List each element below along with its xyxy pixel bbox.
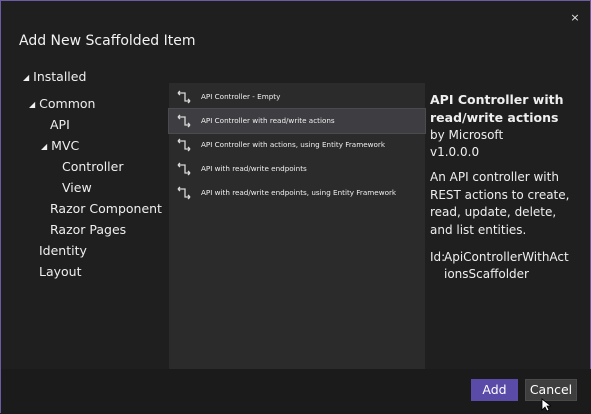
details-title: API Controller with read/write actions [430, 92, 564, 125]
template-label: API Controller with actions, using Entit… [201, 140, 386, 149]
template-item[interactable]: API Controller - Empty [169, 85, 425, 109]
expand-arrow-icon[interactable]: ◢ [41, 142, 47, 151]
tree-item-view[interactable]: View [62, 180, 92, 195]
tree-item-razor-component[interactable]: Razor Component [50, 201, 162, 216]
mouse-cursor-icon [541, 398, 551, 412]
template-label: API Controller with read/write actions [201, 116, 335, 125]
template-item[interactable]: API with read/write endpoints [169, 157, 425, 181]
template-label: API with read/write endpoints [201, 164, 307, 173]
tree-root-label: Installed [33, 69, 87, 84]
tree-item-layout[interactable]: Layout [39, 264, 82, 279]
template-item[interactable]: API with read/write endpoints, using Ent… [169, 181, 425, 205]
details-id-label: Id: [430, 250, 446, 264]
tree-item-controller[interactable]: Controller [62, 159, 124, 174]
details-id-value: ApiControllerWithActionsScaffolder [444, 250, 569, 281]
add-button[interactable]: Add [471, 379, 518, 401]
controller-icon [177, 90, 191, 104]
tree-item-identity[interactable]: Identity [39, 243, 87, 258]
expand-arrow-icon[interactable]: ◢ [23, 73, 29, 82]
cancel-button[interactable]: Cancel [525, 379, 577, 401]
controller-icon [177, 114, 191, 128]
template-item-selected[interactable]: API Controller with read/write actions [168, 108, 426, 134]
template-item[interactable]: API Controller with actions, using Entit… [169, 133, 425, 157]
dialog-title: Add New Scaffolded Item [19, 33, 196, 49]
tree-root-installed[interactable]: ◢ Installed [23, 69, 86, 84]
tree-item-razor-pages[interactable]: Razor Pages [50, 222, 126, 237]
controller-icon [177, 186, 191, 200]
details-description: An API controller with REST actions to c… [430, 170, 570, 237]
details-version: v1.0.0.0 [430, 145, 480, 159]
controller-icon [177, 162, 191, 176]
add-scaffolded-item-dialog: × Add New Scaffolded Item ◢ Installed ◢ Co… [0, 0, 591, 414]
expand-arrow-icon[interactable]: ◢ [29, 100, 35, 109]
details-id: Id: ApiControllerWithActionsScaffolder [430, 249, 580, 283]
tree-item-api[interactable]: API [50, 117, 70, 132]
tree-item-common[interactable]: ◢ Common [29, 96, 95, 111]
template-label: API with read/write endpoints, using Ent… [201, 188, 397, 197]
template-list: API Controller - Empty API Controller wi… [168, 83, 426, 369]
tree-item-mvc[interactable]: ◢ MVC [41, 138, 79, 153]
details-panel: API Controller with read/write actions b… [430, 91, 580, 283]
controller-icon [177, 138, 191, 152]
close-icon[interactable]: × [568, 11, 582, 25]
template-label: API Controller - Empty [201, 92, 281, 101]
details-author: by Microsoft [430, 128, 504, 142]
